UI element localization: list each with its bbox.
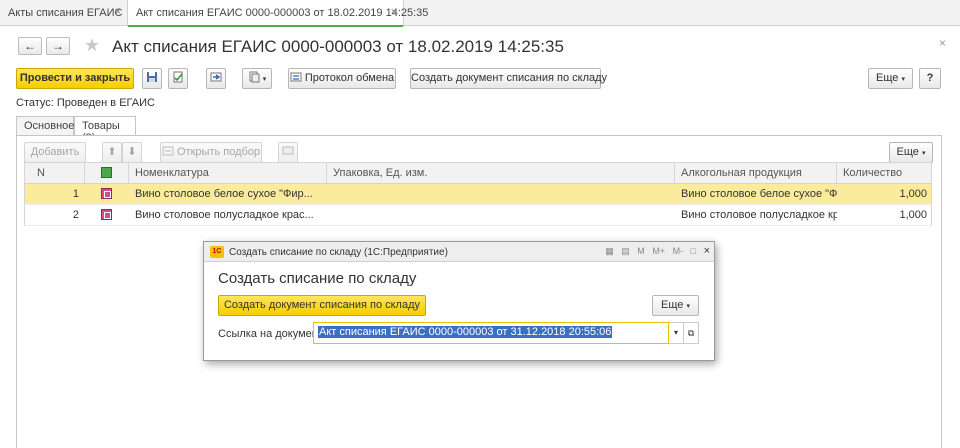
goods-table: N Номенклатура Упаковка, Ед. изм. Алкого… (24, 162, 932, 226)
create-writeoff-button[interactable]: Создать документ списания по складу (410, 68, 607, 89)
move-up-button[interactable]: ⬆ (102, 142, 122, 163)
excise-stamp-icon (101, 188, 112, 199)
table-row[interactable]: 1 Вино столовое белое сухое "Фир... Вино… (24, 184, 932, 205)
document-post-icon (173, 71, 183, 83)
col-header-quantity[interactable]: Количество (837, 163, 933, 183)
print-icon (249, 71, 260, 83)
exchange-log-button[interactable]: Протокол обмена (288, 68, 396, 89)
tab-label: Акты списания ЕГАИС (8, 7, 123, 19)
more-label: Еще (876, 72, 899, 84)
print-menu-button[interactable]: ▾ (242, 68, 272, 89)
structure-button[interactable] (206, 68, 226, 89)
cell-quantity: 1,000 (899, 188, 927, 200)
page-title: Акт списания ЕГАИС 0000-000003 от 18.02.… (112, 37, 564, 56)
cell-alcohol: Вино столовое полусладкое кр... (681, 209, 837, 221)
tab-main[interactable]: Основное (16, 116, 74, 135)
close-icon[interactable]: × (704, 245, 710, 257)
dialog-titlebar[interactable]: 1C Создать списание по складу (1С:Предпр… (204, 242, 714, 262)
star-icon[interactable]: ★ (84, 35, 100, 56)
col-header-n[interactable]: N (25, 163, 85, 183)
exchange-icon (290, 72, 302, 82)
excise-stamp-icon (101, 209, 112, 220)
back-button[interactable]: ← (18, 37, 42, 55)
add-button[interactable]: Добавить (24, 142, 86, 163)
tab-goods[interactable]: Товары (2) (74, 116, 136, 144)
cell-n: 2 (72, 209, 79, 221)
more-label: Еще (661, 299, 684, 311)
post-and-close-button[interactable]: Провести и закрыть (16, 68, 134, 89)
barcode-icon (282, 146, 294, 155)
cell-icon (85, 205, 129, 225)
cell-nomenclature: Вино столовое белое сухое "Фир... (135, 188, 313, 200)
col-header-alcohol[interactable]: Алкогольная продукция (675, 163, 837, 183)
more-label: Еще (896, 146, 919, 158)
cell-n: 1 (72, 188, 79, 200)
document-window: × ← → ★ Акт списания ЕГАИС 0000-000003 о… (0, 27, 960, 448)
close-icon[interactable]: × (115, 6, 121, 18)
col-header-nomenclature[interactable]: Номенклатура (129, 163, 327, 183)
tab-bar: Акты списания ЕГАИС × Акт списания ЕГАИС… (0, 0, 960, 28)
cell-alcohol: Вино столовое белое сухое "Ф... (681, 188, 837, 200)
exchange-log-label: Протокол обмена (304, 72, 395, 84)
close-icon[interactable]: × (939, 36, 946, 50)
maximize-icon[interactable]: □ (691, 246, 696, 256)
calendar-icon[interactable]: ▦ (605, 246, 614, 257)
status-text: Статус: Проведен в ЕГАИС (16, 97, 155, 109)
chevron-down-icon: ▾ (262, 76, 267, 83)
tab-writeoff-acts[interactable]: Акты списания ЕГАИС × (0, 0, 128, 26)
more-button[interactable]: Еще ▾ (868, 68, 913, 89)
close-icon[interactable]: × (391, 6, 397, 18)
chevron-down-icon: ▾ (921, 150, 926, 157)
post-button[interactable] (168, 68, 188, 89)
cell-quantity: 1,000 (899, 209, 927, 221)
memory-m-button[interactable]: M (637, 246, 645, 256)
table-header: N Номенклатура Упаковка, Ед. изм. Алкого… (24, 162, 932, 184)
cell-package (327, 205, 675, 225)
document-link-label: Ссылка на документ: (218, 328, 326, 340)
memory-minus-button[interactable]: M- (673, 246, 684, 256)
dialog-title: Создать списание по складу (218, 270, 417, 287)
create-writeoff-dialog: 1C Создать списание по складу (1С:Предпр… (203, 241, 715, 361)
col-header-icon (85, 163, 129, 183)
chevron-down-icon: ▾ (901, 76, 905, 83)
open-selection-button[interactable]: Открыть подбор (160, 142, 262, 163)
stamp-icon (101, 167, 112, 178)
cell-icon (85, 184, 129, 204)
open-link-icon[interactable]: ⧉ (684, 322, 699, 344)
chevron-down-icon: ▾ (686, 303, 690, 310)
arrow-up-icon: ⬆ (107, 146, 117, 158)
app-logo-icon: 1C (210, 246, 224, 258)
dialog-caption: Создать списание по складу (1С:Предприят… (229, 247, 448, 258)
memory-plus-button[interactable]: M+ (652, 246, 665, 256)
save-icon (147, 72, 157, 82)
structure-icon (210, 72, 222, 82)
selection-icon (162, 146, 174, 156)
move-down-button[interactable]: ⬇ (122, 142, 142, 163)
save-button[interactable] (142, 68, 162, 89)
col-header-package[interactable]: Упаковка, Ед. изм. (327, 163, 675, 183)
dialog-create-writeoff-button[interactable]: Создать документ списания по складу (218, 295, 426, 316)
arrow-down-icon: ⬇ (127, 146, 137, 158)
cell-package (327, 184, 675, 204)
forward-button[interactable]: → (46, 37, 70, 55)
document-link-value: Акт списания ЕГАИС 0000-000003 от 31.12.… (318, 326, 613, 338)
table-row[interactable]: 2 Вино столовое полусладкое крас... Вино… (24, 205, 932, 226)
tab-writeoff-act-document[interactable]: Акт списания ЕГАИС 0000-000003 от 18.02.… (128, 0, 428, 28)
chevron-down-icon[interactable]: ▾ (669, 322, 684, 344)
cell-nomenclature: Вино столовое полусладкое крас... (135, 209, 314, 221)
dialog-more-button[interactable]: Еще ▾ (652, 295, 699, 316)
dialog-tools: ▦ ▤ M M+ M- □ × (600, 245, 710, 257)
tab-label: Акт списания ЕГАИС 0000-000003 от 18.02.… (136, 7, 429, 19)
calculator-icon[interactable]: ▤ (621, 246, 630, 257)
barcode-button[interactable] (278, 142, 298, 163)
help-button[interactable]: ? (919, 68, 941, 89)
document-link-field[interactable]: Акт списания ЕГАИС 0000-000003 от 31.12.… (313, 322, 669, 344)
open-selection-label: Открыть подбор (177, 146, 261, 158)
goods-more-button[interactable]: Еще ▾ (889, 142, 933, 163)
